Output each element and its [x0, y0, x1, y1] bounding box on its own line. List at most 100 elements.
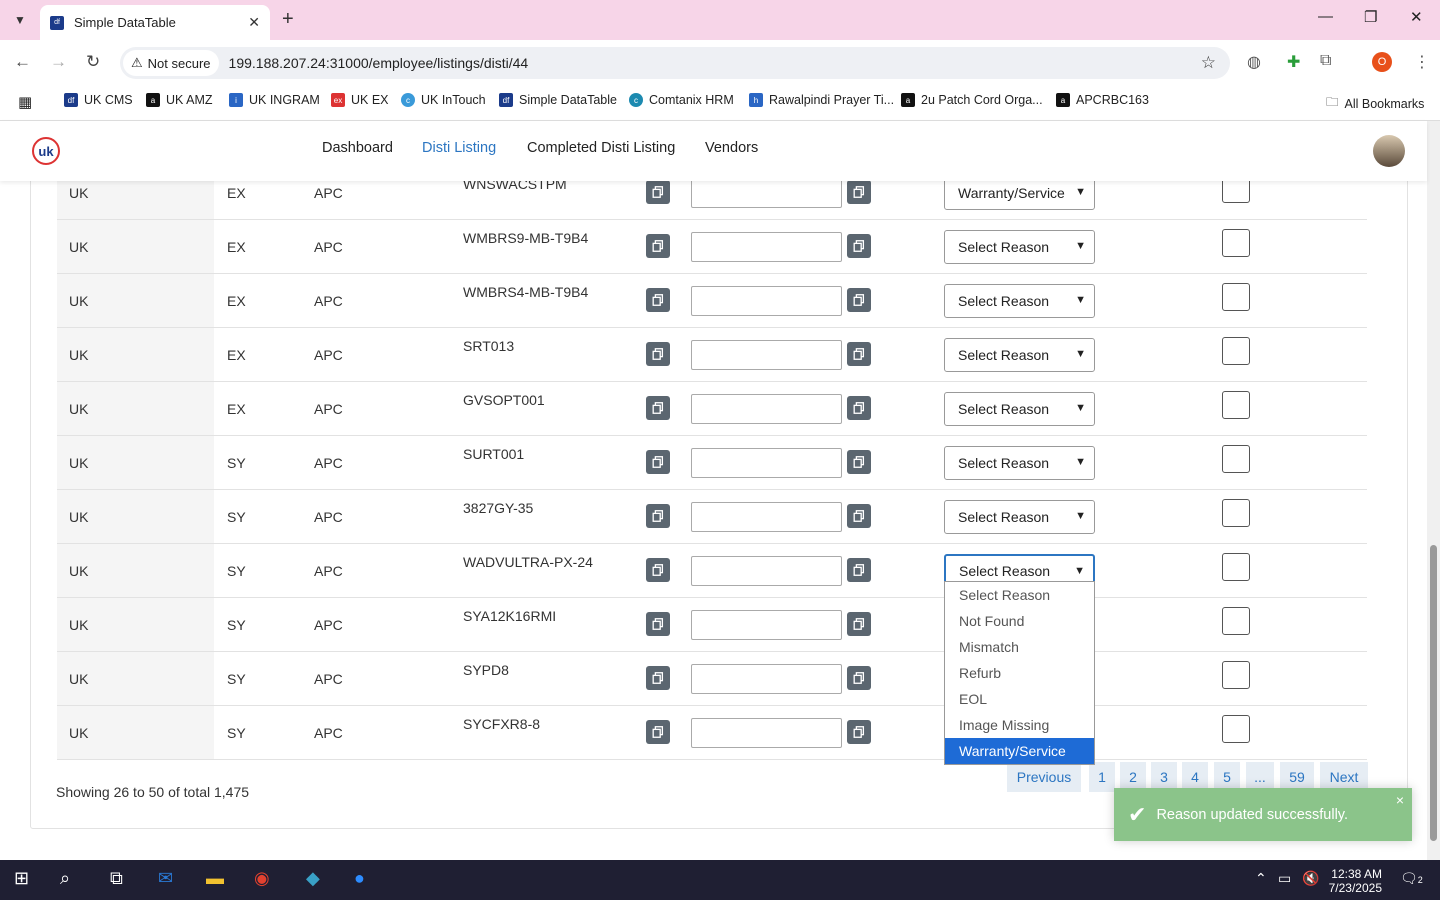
- nav-dashboard[interactable]: Dashboard: [322, 140, 393, 156]
- paste-icon[interactable]: [847, 288, 871, 312]
- row-checkbox[interactable]: [1222, 445, 1250, 473]
- close-window-icon[interactable]: ✕: [1410, 8, 1423, 26]
- bookmark-uk-ingram[interactable]: i UK INGRAM: [229, 93, 320, 107]
- sku-input[interactable]: [691, 394, 842, 424]
- row-checkbox[interactable]: [1222, 283, 1250, 311]
- sku-input[interactable]: [691, 556, 842, 586]
- bookmark-star-icon[interactable]: ☆: [1201, 53, 1216, 73]
- browser-tab[interactable]: df Simple DataTable ✕: [40, 5, 270, 40]
- row-checkbox[interactable]: [1222, 661, 1250, 689]
- sku-input[interactable]: [691, 340, 842, 370]
- network-icon[interactable]: ▭: [1278, 870, 1291, 887]
- reason-select[interactable]: Select Reason ▼: [944, 500, 1095, 534]
- task-view-icon[interactable]: ⧉: [110, 868, 123, 889]
- bookmark-uk-cms[interactable]: df UK CMS: [64, 93, 133, 107]
- outlook-icon[interactable]: ✉: [158, 868, 173, 889]
- sku-input[interactable]: [691, 286, 842, 316]
- copy-sku-icon[interactable]: [646, 342, 670, 366]
- paste-icon[interactable]: [847, 666, 871, 690]
- reason-select[interactable]: Warranty/Service ▼: [944, 181, 1095, 210]
- pager-page-1[interactable]: 1: [1089, 762, 1115, 792]
- paste-icon[interactable]: [847, 342, 871, 366]
- row-checkbox[interactable]: [1222, 181, 1250, 203]
- copy-sku-icon[interactable]: [646, 612, 670, 636]
- copy-sku-icon[interactable]: [646, 504, 670, 528]
- copy-sku-icon[interactable]: [646, 450, 670, 474]
- reason-select[interactable]: Select Reason ▼: [944, 284, 1095, 318]
- row-checkbox[interactable]: [1222, 553, 1250, 581]
- bookmark-simple-datatable[interactable]: df Simple DataTable: [499, 93, 617, 107]
- tab-search-icon[interactable]: ▼: [6, 6, 34, 34]
- sku-input[interactable]: [691, 718, 842, 748]
- reason-select[interactable]: Select Reason ▼: [944, 446, 1095, 480]
- page-scrollbar[interactable]: [1427, 121, 1440, 860]
- row-checkbox[interactable]: [1222, 229, 1250, 257]
- apps-grid-icon[interactable]: ▦: [18, 93, 32, 111]
- paste-icon[interactable]: [847, 504, 871, 528]
- back-icon[interactable]: ←: [14, 52, 31, 72]
- reload-icon[interactable]: ↻: [86, 52, 100, 72]
- row-checkbox[interactable]: [1222, 607, 1250, 635]
- paste-icon[interactable]: [847, 396, 871, 420]
- option-warranty-service[interactable]: Warranty/Service: [945, 738, 1094, 764]
- sku-input[interactable]: [691, 610, 842, 640]
- row-checkbox[interactable]: [1222, 715, 1250, 743]
- security-chip[interactable]: ⚠ Not secure: [123, 50, 219, 76]
- pager-previous[interactable]: Previous: [1007, 762, 1081, 792]
- company-logo[interactable]: uk: [32, 137, 60, 165]
- sku-input[interactable]: [691, 502, 842, 532]
- reason-select[interactable]: Select Reason ▼: [944, 338, 1095, 372]
- bookmark-uk-amz[interactable]: a UK AMZ: [146, 93, 213, 107]
- copy-sku-icon[interactable]: [646, 666, 670, 690]
- paste-icon[interactable]: [847, 450, 871, 474]
- tray-arrow-icon[interactable]: ⌃: [1255, 870, 1267, 887]
- bookmark-prayer-times[interactable]: h Rawalpindi Prayer Ti...: [749, 93, 894, 107]
- copy-sku-icon[interactable]: [646, 558, 670, 582]
- paste-icon[interactable]: [847, 558, 871, 582]
- taskbar-search-icon[interactable]: ⌕: [60, 868, 70, 889]
- paste-icon[interactable]: [847, 181, 871, 204]
- sku-input[interactable]: [691, 664, 842, 694]
- sku-input[interactable]: [691, 181, 842, 208]
- bookmark-apcrbc163[interactable]: a APCRBC163: [1056, 93, 1149, 107]
- app-diamond-icon[interactable]: ◆: [306, 868, 320, 889]
- option-mismatch[interactable]: Mismatch: [945, 634, 1094, 660]
- volume-muted-icon[interactable]: 🔇: [1302, 870, 1319, 887]
- nav-vendors[interactable]: Vendors: [705, 140, 758, 156]
- option-refurb[interactable]: Refurb: [945, 660, 1094, 686]
- copy-sku-icon[interactable]: [646, 288, 670, 312]
- bookmark-uk-intouch[interactable]: c UK InTouch: [401, 93, 486, 107]
- paste-icon[interactable]: [847, 612, 871, 636]
- translate-icon[interactable]: ◍: [1247, 52, 1261, 72]
- maximize-icon[interactable]: ❐: [1364, 8, 1377, 26]
- paste-icon[interactable]: [847, 234, 871, 258]
- url-text[interactable]: 199.188.207.24:31000/employee/listings/d…: [229, 55, 529, 71]
- file-explorer-icon[interactable]: ▬: [206, 868, 224, 889]
- bookmark-patch-cord[interactable]: a 2u Patch Cord Orga...: [901, 93, 1043, 107]
- user-avatar[interactable]: [1373, 135, 1405, 167]
- option-select-reason[interactable]: Select Reason: [945, 582, 1094, 608]
- reason-dropdown-list[interactable]: Select Reason Not Found Mismatch Refurb …: [944, 581, 1095, 765]
- new-tab-icon[interactable]: +: [282, 8, 294, 31]
- chrome-icon[interactable]: ◉: [254, 868, 270, 889]
- browser-menu-icon[interactable]: ⋮: [1414, 52, 1430, 72]
- zoom-icon[interactable]: ●: [354, 868, 365, 889]
- bookmark-uk-ex[interactable]: ex UK EX: [331, 93, 389, 107]
- nav-completed-disti-listing[interactable]: Completed Disti Listing: [527, 140, 675, 156]
- paste-icon[interactable]: [847, 720, 871, 744]
- nav-disti-listing[interactable]: Disti Listing: [422, 140, 496, 156]
- reason-select[interactable]: Select Reason ▼: [944, 230, 1095, 264]
- profile-avatar[interactable]: O: [1372, 52, 1392, 72]
- toast-close-icon[interactable]: ×: [1396, 792, 1404, 808]
- extensions-puzzle-icon[interactable]: ⧉: [1320, 52, 1331, 70]
- row-checkbox[interactable]: [1222, 337, 1250, 365]
- all-bookmarks[interactable]: 🗀 All Bookmarks: [1326, 93, 1424, 114]
- bookmark-comtanix-hrm[interactable]: c Comtanix HRM: [629, 93, 734, 107]
- option-eol[interactable]: EOL: [945, 686, 1094, 712]
- copy-sku-icon[interactable]: [646, 181, 670, 204]
- copy-sku-icon[interactable]: [646, 396, 670, 420]
- copy-sku-icon[interactable]: [646, 720, 670, 744]
- reason-select[interactable]: Select Reason ▼: [944, 392, 1095, 426]
- scrollbar-thumb[interactable]: [1430, 545, 1437, 841]
- extension-plus-icon[interactable]: ✚: [1287, 52, 1300, 72]
